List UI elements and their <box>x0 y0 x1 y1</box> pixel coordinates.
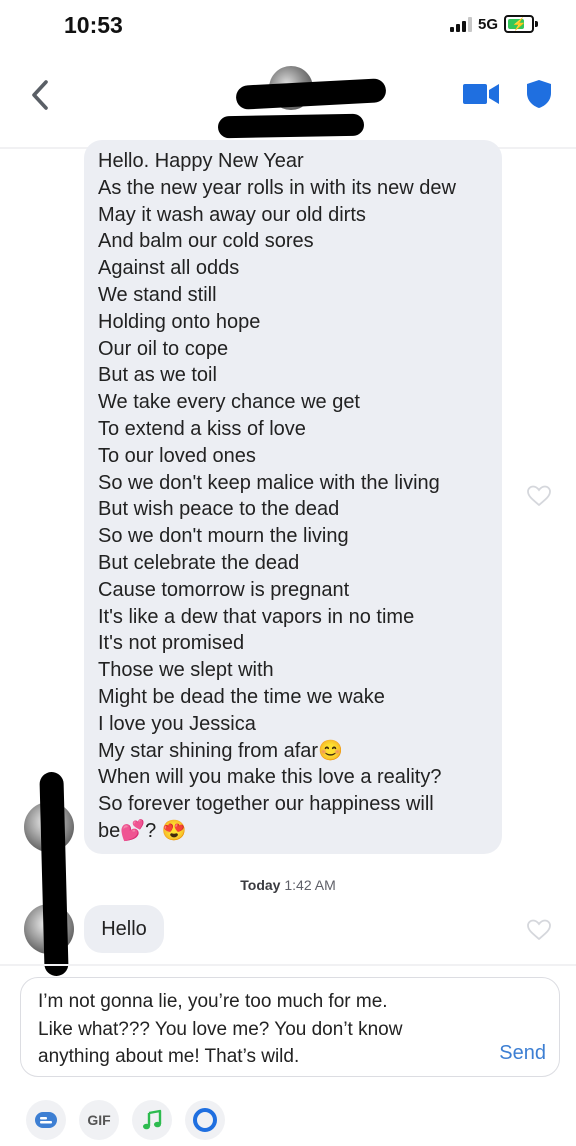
message-line: Hello. Happy New Year <box>98 150 304 172</box>
music-note-icon <box>143 1109 162 1130</box>
message-input-line: Like what??? You love me? You don’t know <box>38 1018 403 1040</box>
chevron-left-icon[interactable] <box>28 78 54 112</box>
send-button[interactable]: Send <box>499 1042 546 1065</box>
message-text: Hello. Happy New Year As the new year rol… <box>98 148 456 845</box>
message-line: It's like a dew that vapors in no time <box>98 605 415 628</box>
message-line: I love you Jessica <box>98 712 256 735</box>
message-input-line: anything about me! That’s wild. <box>38 1046 300 1067</box>
message-input-line: I’m not gonna lie, you’re too much for m… <box>38 991 388 1012</box>
message-input[interactable]: I’m not gonna lie, you’re too much for m… <box>20 977 560 1077</box>
like-heart-icon[interactable] <box>526 918 552 942</box>
timestamp: Today 1:42 AM <box>0 877 576 893</box>
message-line: May it wash away our old dirts <box>98 203 366 226</box>
message-line: To our loved ones <box>98 444 256 467</box>
network-label: 5G <box>477 15 498 33</box>
message-line: To extend a kiss of love <box>98 417 306 440</box>
message-line: My star shining from afar😊 <box>98 739 343 762</box>
message-line: As the new year rolls in with its new de… <box>98 176 456 199</box>
message-line: Against all odds <box>98 257 240 280</box>
message-line: Those we slept with <box>98 659 274 682</box>
message-line: We stand still <box>98 283 217 306</box>
composer-toolbar: GIF <box>26 1099 225 1141</box>
battery-icon: ⚡ <box>504 15 538 33</box>
message-line: be💕? 😍 <box>98 819 187 842</box>
message-bubble-poem[interactable]: Hello. Happy New Year As the new year rol… <box>84 140 502 854</box>
message-line: We take every chance we get <box>98 391 360 414</box>
composer-divider <box>0 964 576 966</box>
message-line: Might be dead the time we wake <box>98 685 385 708</box>
message-line: So we don't keep malice with the living <box>98 471 440 494</box>
message-line: Our oil to cope <box>98 337 229 360</box>
timestamp-day: Today <box>240 877 281 893</box>
message-input-text[interactable]: I’m not gonna lie, you’re too much for m… <box>38 988 478 1071</box>
gif-label: GIF <box>87 1112 111 1128</box>
shield-icon[interactable] <box>524 78 554 110</box>
status-indicators: 5G ⚡ <box>449 15 538 33</box>
like-heart-icon[interactable] <box>526 484 552 508</box>
message-line: But wish peace to the dead <box>98 498 340 521</box>
gif-button[interactable]: GIF <box>79 1100 119 1140</box>
sticker-icon <box>35 1112 57 1128</box>
video-camera-icon[interactable] <box>462 82 500 106</box>
message-line: And balm our cold sores <box>98 230 314 253</box>
message-line: Cause tomorrow is pregnant <box>98 578 350 601</box>
redaction-mark <box>235 78 387 110</box>
message-line: So we don't mourn the living <box>98 525 349 548</box>
message-line: So forever together our happiness will <box>98 793 434 816</box>
message-line: But as we toil <box>98 364 217 387</box>
message-line: When will you make this love a reality? <box>98 766 442 789</box>
chat-screen: 10:53 5G ⚡ Hello. Happy New Year As the … <box>0 0 576 1146</box>
status-time: 10:53 <box>64 12 123 38</box>
message-line: Holding onto hope <box>98 310 261 333</box>
timestamp-time: 1:42 AM <box>284 877 336 893</box>
ring-icon <box>193 1108 217 1132</box>
message-bubble-hello[interactable]: Hello <box>84 905 164 953</box>
ring-button[interactable] <box>185 1100 225 1140</box>
redaction-mark <box>39 771 69 977</box>
message-line: It's not promised <box>98 632 245 655</box>
music-button[interactable] <box>132 1100 172 1140</box>
message-line: But celebrate the dead <box>98 551 300 574</box>
redaction-mark <box>217 113 365 139</box>
sticker-button[interactable] <box>26 1100 66 1140</box>
signal-icon <box>449 16 472 32</box>
chat-header <box>0 60 576 148</box>
